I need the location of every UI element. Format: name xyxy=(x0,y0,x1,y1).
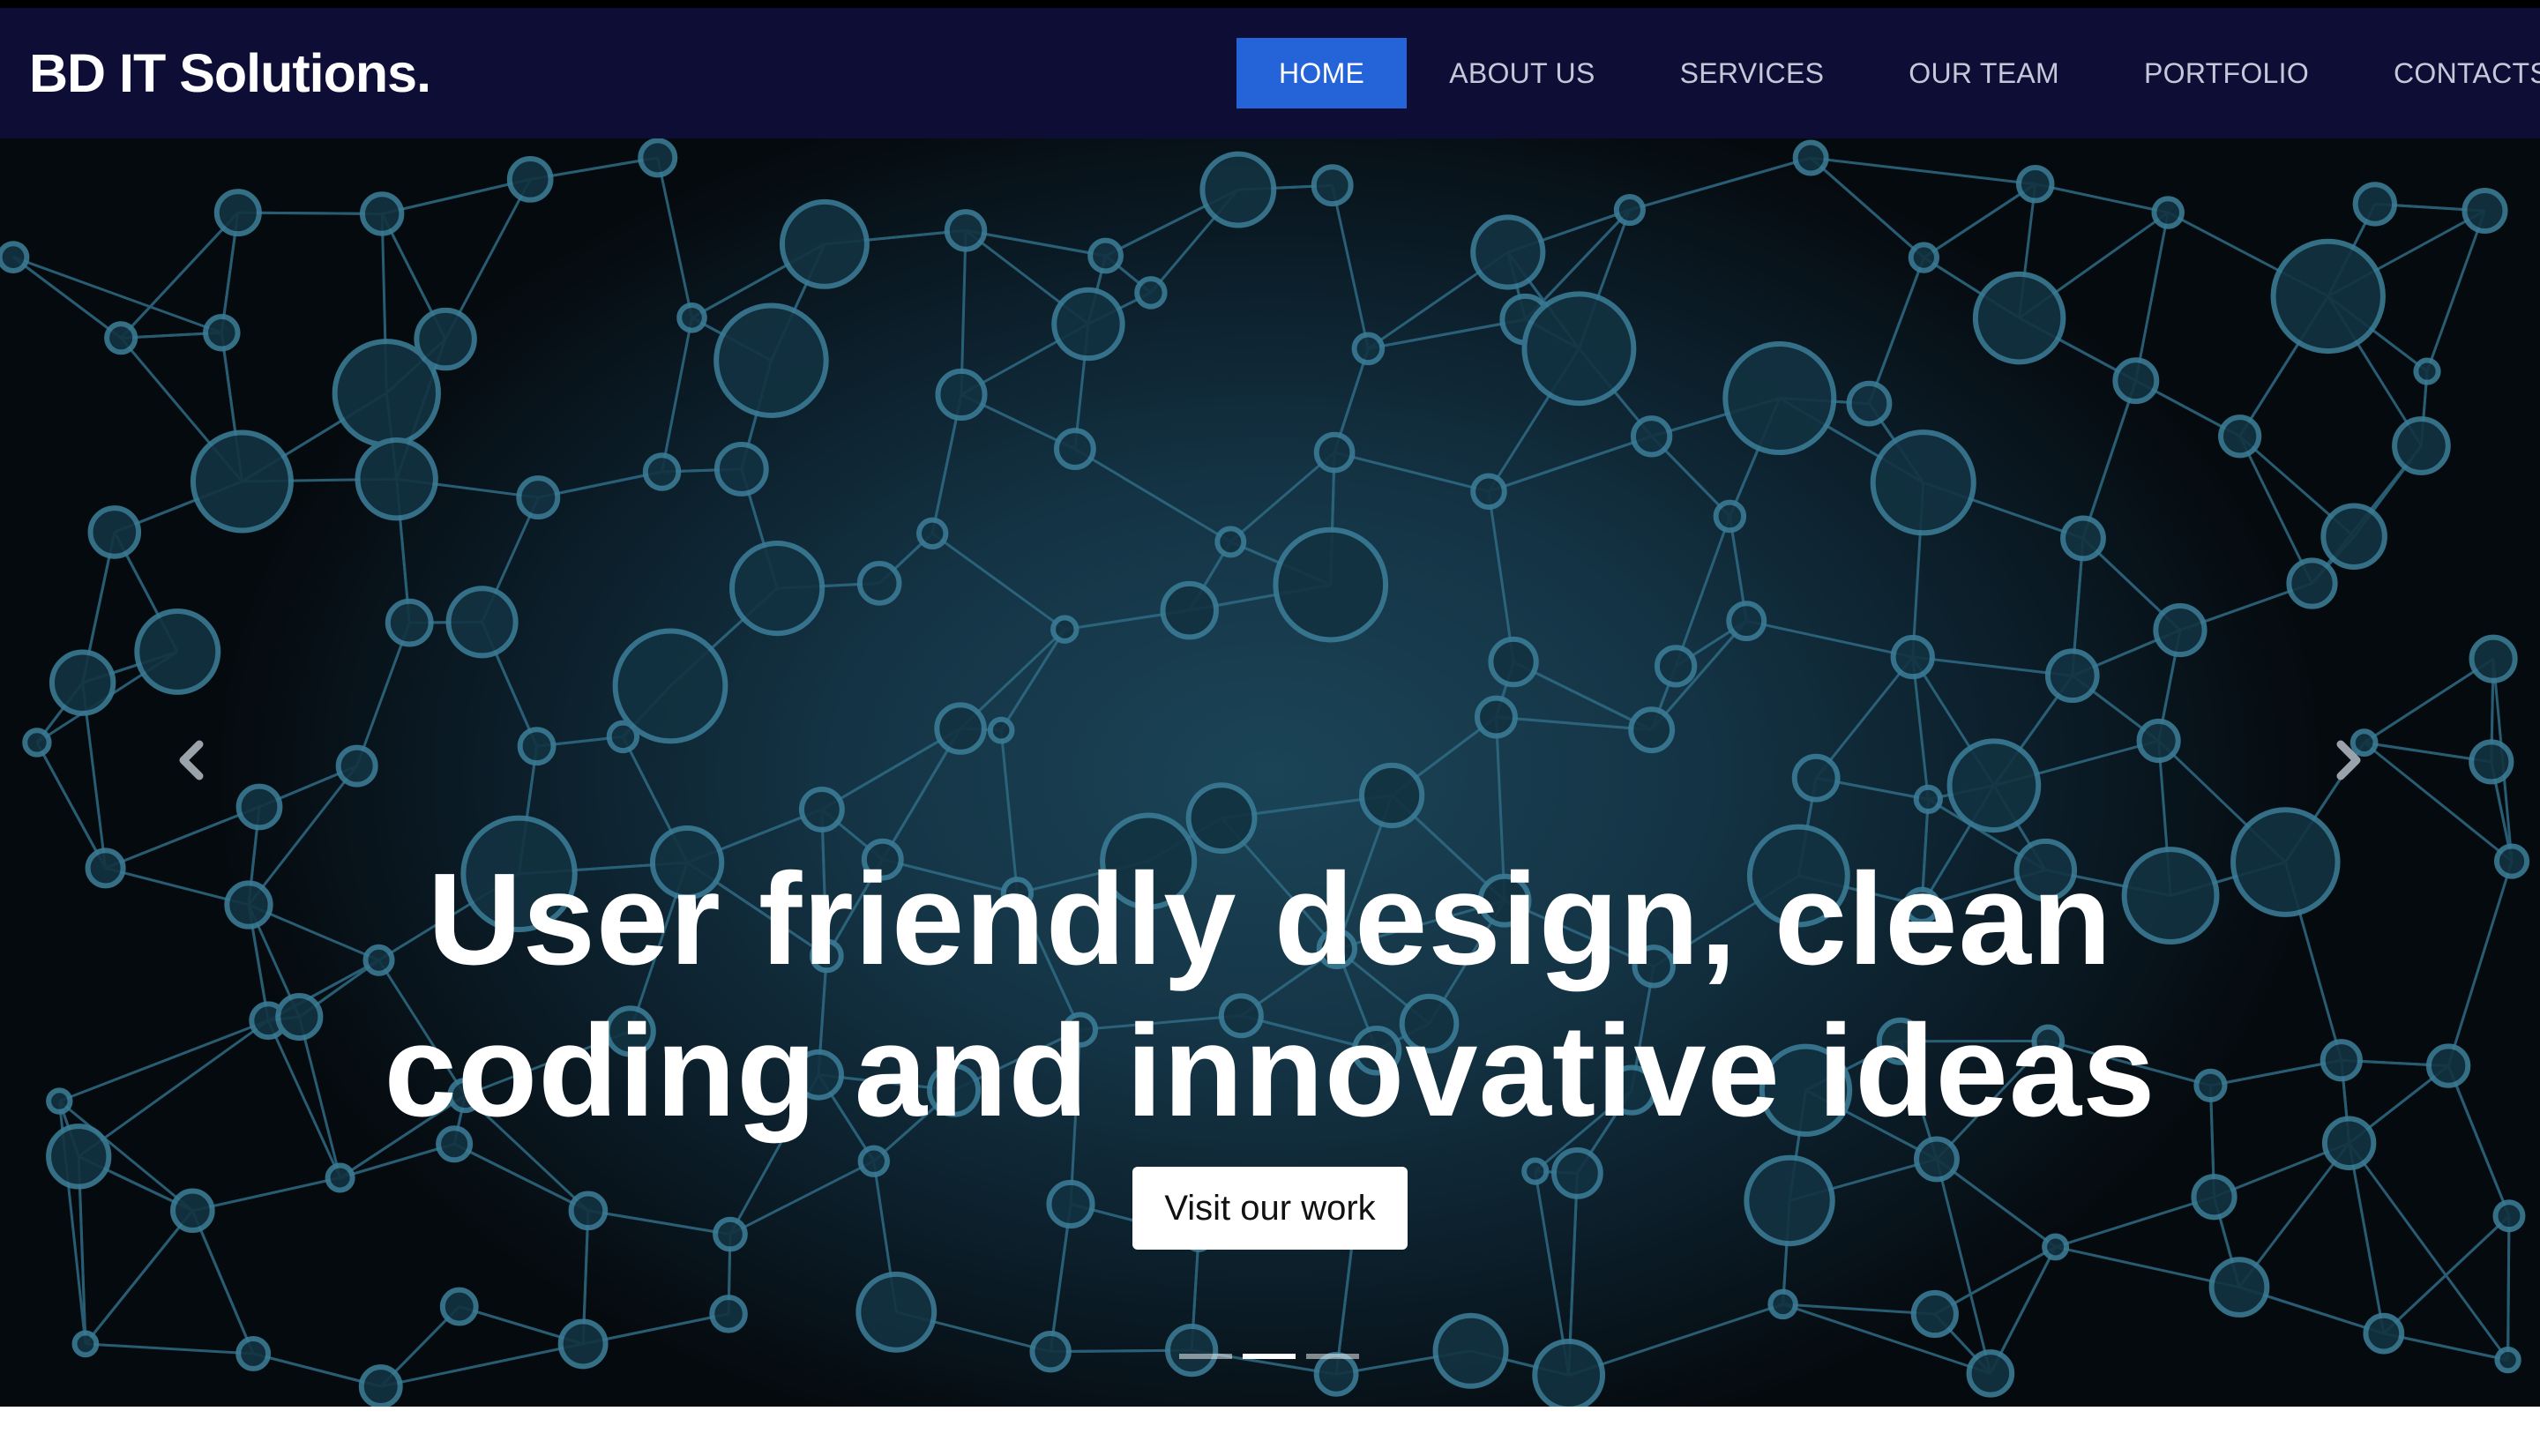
carousel-indicator-3[interactable] xyxy=(1306,1354,1359,1359)
nav-item-home[interactable]: HOME xyxy=(1236,38,1408,108)
carousel-indicators xyxy=(1179,1354,1359,1359)
hero-headline-line-2: coding and innovative ideas xyxy=(384,998,2156,1144)
chevron-left-icon xyxy=(179,740,204,780)
top-strip xyxy=(0,0,2540,8)
nav-item-our-team[interactable]: OUR TEAM xyxy=(1866,38,2102,108)
hero-headline: User friendly design, clean coding and i… xyxy=(0,844,2540,1147)
hero-carousel: User friendly design, clean coding and i… xyxy=(0,138,2540,1407)
visit-our-work-button[interactable]: Visit our work xyxy=(1132,1167,1408,1250)
navbar: BD IT Solutions. HOME ABOUT US SERVICES … xyxy=(0,8,2540,138)
nav-item-contacts[interactable]: CONTACTS xyxy=(2351,38,2540,108)
nav-item-services[interactable]: SERVICES xyxy=(1638,38,1867,108)
nav-item-portfolio[interactable]: PORTFOLIO xyxy=(2102,38,2351,108)
main-nav: HOME ABOUT US SERVICES OUR TEAM PORTFOLI… xyxy=(1236,38,2540,108)
brand-logo-text[interactable]: BD IT Solutions. xyxy=(29,42,431,104)
nav-item-about-us[interactable]: ABOUT US xyxy=(1407,38,1637,108)
carousel-indicator-1[interactable] xyxy=(1179,1354,1232,1359)
chevron-right-icon xyxy=(2336,740,2361,780)
carousel-prev-button[interactable] xyxy=(164,725,217,795)
hero-headline-line-1: User friendly design, clean xyxy=(427,847,2113,992)
carousel-indicator-2[interactable] xyxy=(1243,1354,1296,1359)
carousel-next-button[interactable] xyxy=(2323,725,2376,795)
